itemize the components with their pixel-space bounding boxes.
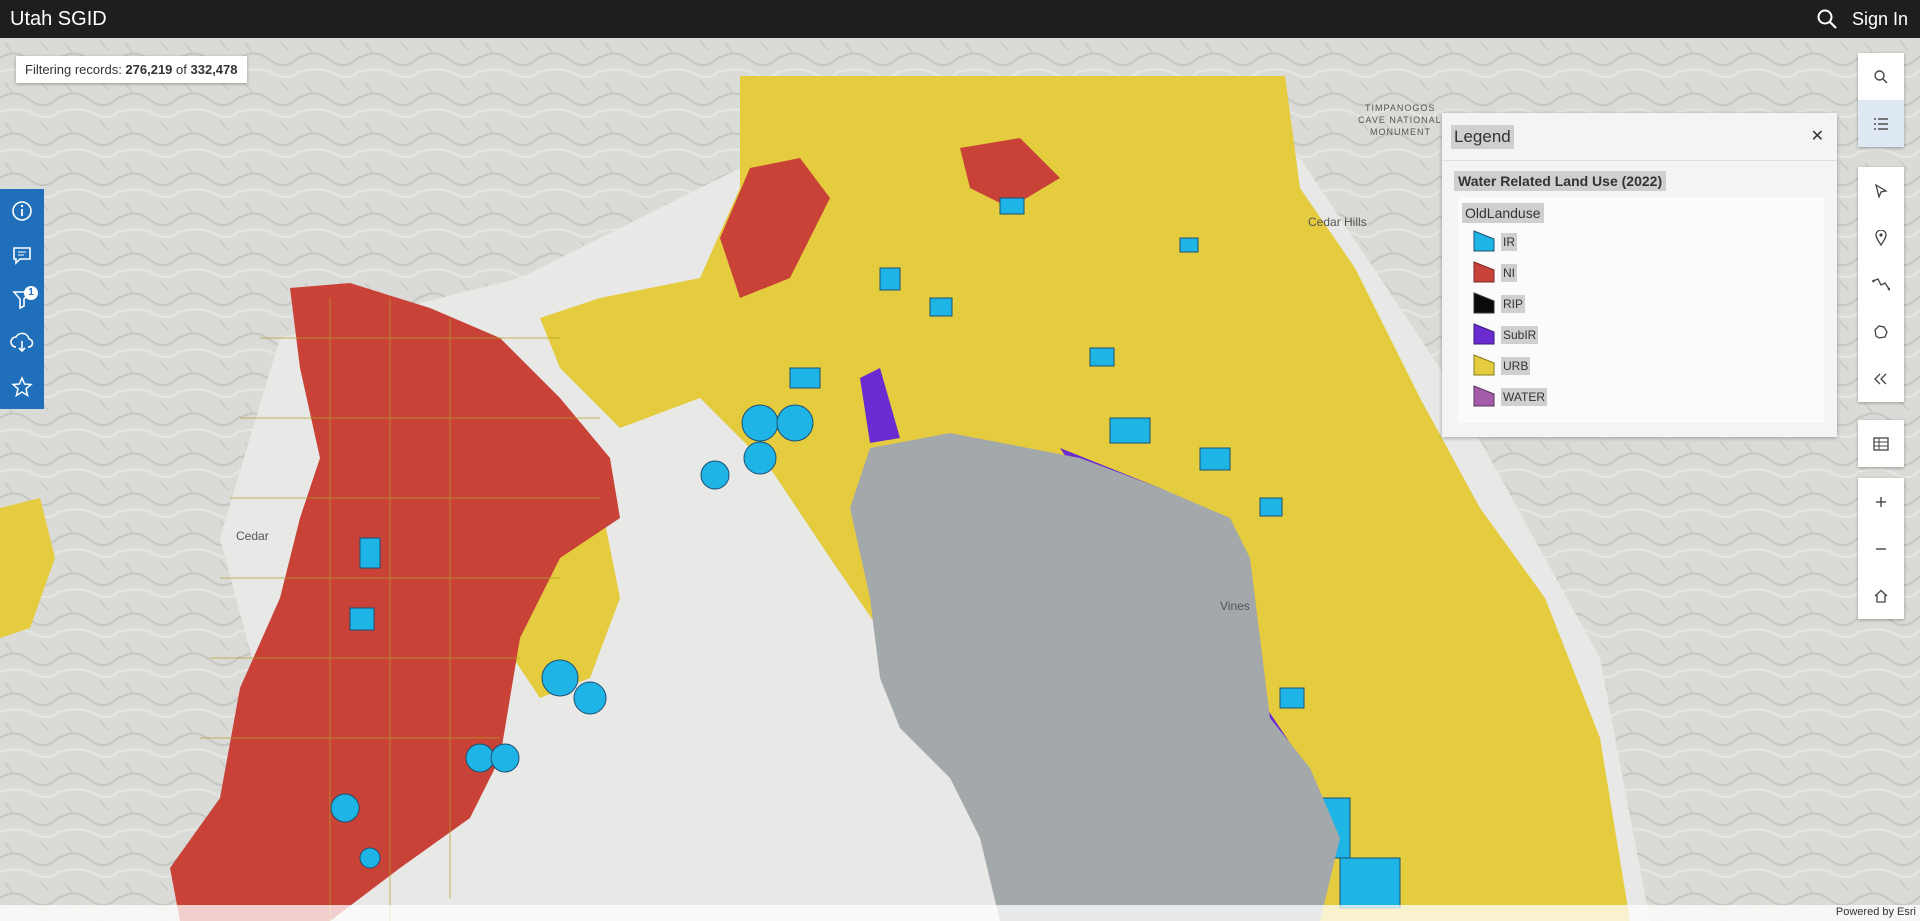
sketch-icon (1874, 324, 1888, 339)
legend-label-ir: IR (1501, 233, 1517, 251)
filter-prefix: Filtering records: (25, 62, 126, 77)
bookmark-button[interactable] (0, 365, 44, 409)
legend-swatch-ir (1473, 230, 1495, 252)
app-title: Utah SGID (10, 8, 107, 30)
table-icon (1873, 436, 1889, 451)
legend-label-urb: URB (1501, 357, 1531, 375)
legend-field-group: OldLanduse IR NI RIP SubIR URB WATER (1458, 197, 1824, 423)
filter-button[interactable]: 1 (0, 277, 44, 321)
filter-shown-count: 276,219 (125, 62, 173, 77)
marker-button[interactable] (1858, 214, 1904, 261)
label-vines: Vines (1220, 599, 1250, 613)
map-search-button[interactable] (1858, 53, 1904, 100)
filter-count-badge: 1 (24, 286, 38, 300)
legend-label-ni: NI (1501, 264, 1517, 282)
filter-total-count: 332,478 (190, 62, 238, 77)
info-icon (12, 201, 32, 221)
left-toolbar: 1 (0, 189, 44, 409)
label-cedar: Cedar (236, 529, 269, 543)
legend-swatch-ni (1473, 261, 1495, 283)
select-button[interactable] (1858, 167, 1904, 214)
bookmark-star-icon (11, 376, 33, 398)
attribution-bar: Powered by Esri (0, 905, 1920, 921)
sketch-button[interactable] (1858, 308, 1904, 355)
right-toolbar-top (1858, 53, 1904, 147)
legend-layer-title: Water Related Land Use (2022) (1454, 171, 1667, 191)
collapse-button[interactable] (1858, 355, 1904, 402)
legend-label-water: WATER (1501, 388, 1547, 406)
zoom-in-icon (1876, 496, 1886, 507)
info-button[interactable] (0, 189, 44, 233)
download-icon (10, 332, 34, 353)
download-button[interactable] (0, 321, 44, 365)
right-toolbar-zoom (1858, 478, 1904, 619)
legend-swatch-rip (1473, 292, 1495, 314)
zoom-out-icon (1876, 547, 1886, 550)
home-button[interactable] (1858, 572, 1904, 619)
powered-by-esri[interactable]: Powered by Esri (1836, 906, 1916, 918)
attribute-table-button[interactable] (1858, 420, 1904, 467)
legend-field-name: OldLanduse (1462, 203, 1544, 223)
header-search-icon[interactable] (1816, 8, 1838, 30)
legend-swatch-subir (1473, 323, 1495, 345)
comment-button[interactable] (0, 233, 44, 277)
legend-swatch-urb (1473, 354, 1495, 376)
legend-swatch-water (1473, 385, 1495, 407)
zoom-out-button[interactable] (1858, 525, 1904, 572)
label-monument-1: TIMPANOGOS (1365, 103, 1435, 113)
legend-title: Legend (1451, 125, 1514, 149)
label-cedar-hills: Cedar Hills (1308, 215, 1367, 229)
comment-icon (13, 247, 31, 265)
right-toolbar-tools (1858, 167, 1904, 402)
measure-icon (1872, 277, 1890, 290)
legend-divider (1442, 160, 1837, 161)
marker-icon (1875, 229, 1887, 246)
app-header: Utah SGID Sign In (0, 0, 1920, 38)
collapse-icon (1874, 373, 1887, 384)
legend-label-subir: SubIR (1501, 326, 1539, 344)
legend-close-icon[interactable]: ✕ (1811, 126, 1824, 146)
legend-panel: Legend ✕ Water Related Land Use (2022) O… (1442, 113, 1837, 437)
right-toolbar-table (1858, 420, 1904, 467)
layer-list-icon (1874, 117, 1888, 130)
measure-button[interactable] (1858, 261, 1904, 308)
filter-records-box: Filtering records: 276,219 of 332,478 (16, 56, 247, 83)
filter-of: of (172, 62, 191, 77)
zoom-in-button[interactable] (1858, 478, 1904, 525)
label-monument-3: MONUMENT (1370, 127, 1431, 137)
sign-in-link[interactable]: Sign In (1852, 9, 1908, 30)
legend-label-rip: RIP (1501, 295, 1526, 313)
home-icon (1874, 589, 1888, 603)
search-icon (1874, 69, 1888, 84)
select-icon (1875, 183, 1888, 198)
legend-toggle-button[interactable] (1858, 100, 1904, 147)
label-monument-2: CAVE NATIONAL (1358, 115, 1442, 125)
